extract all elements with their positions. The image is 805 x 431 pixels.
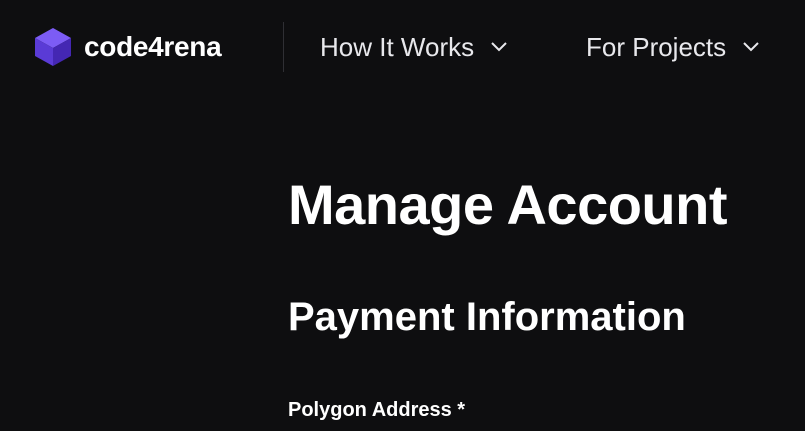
section-title: Payment Information: [288, 295, 686, 339]
nav-item-label: For Projects: [586, 31, 727, 62]
top-navigation: code4rena How It Works For Projects: [0, 0, 805, 94]
cube-logo-icon: [35, 28, 71, 66]
polygon-address-label: Polygon Address *: [288, 399, 466, 421]
nav-item-how-it-works[interactable]: How It Works: [320, 28, 508, 66]
nav-item-label: How It Works: [320, 31, 475, 62]
page: code4rena How It Works For Projects Mana…: [0, 0, 805, 431]
brand-logo-link[interactable]: code4rena: [30, 24, 222, 70]
main-content: Manage Account Payment Information Polyg…: [288, 170, 805, 421]
brand-name: code4rena: [84, 31, 222, 62]
page-title: Manage Account: [288, 173, 727, 236]
chevron-down-icon: [743, 42, 759, 52]
nav-item-for-projects[interactable]: For Projects: [586, 28, 760, 66]
nav-divider: [283, 22, 284, 72]
chevron-down-icon: [491, 42, 507, 52]
